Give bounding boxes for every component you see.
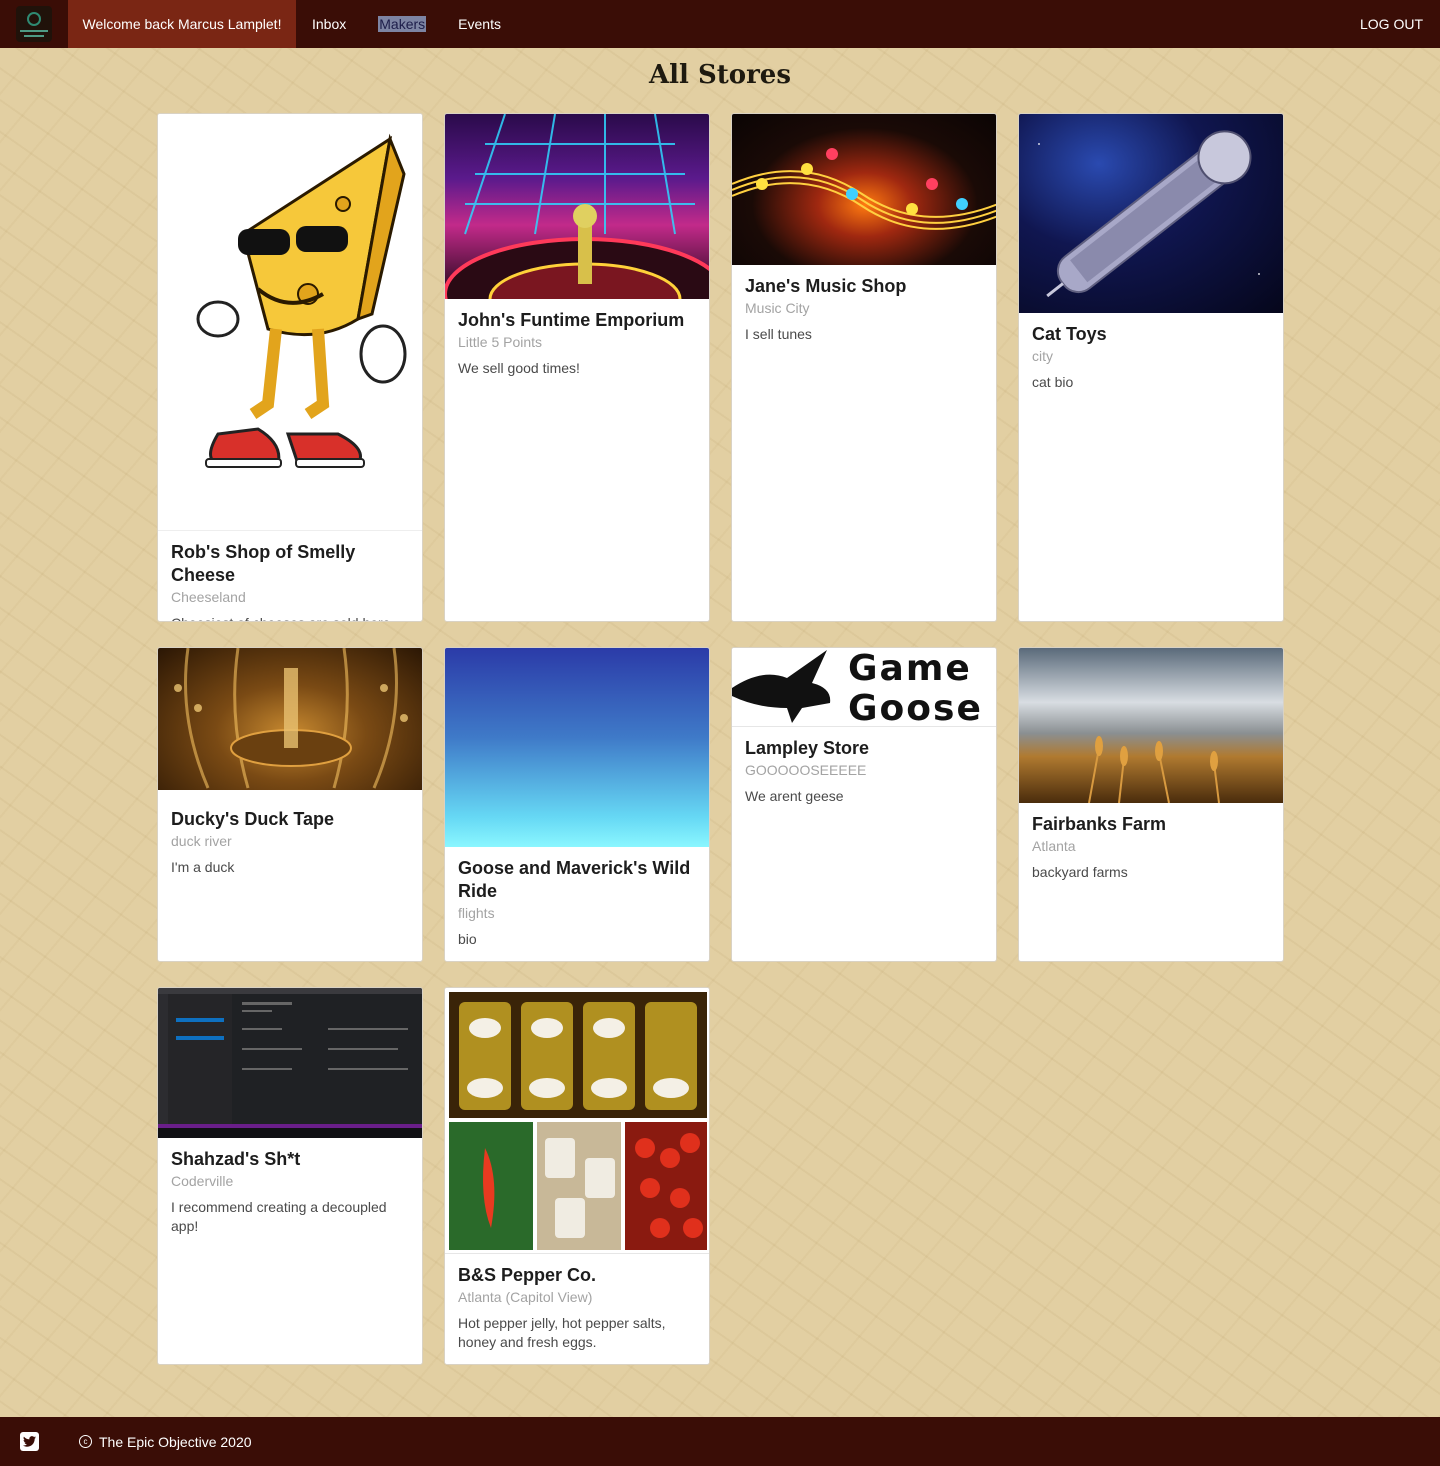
store-city: flights: [458, 905, 495, 921]
store-bio: cat bio: [1032, 374, 1074, 390]
store-city: city: [1032, 348, 1053, 364]
logout-button[interactable]: LOG OUT: [1360, 0, 1423, 48]
store-image: [158, 988, 422, 1138]
store-name[interactable]: Fairbanks Farm: [1032, 813, 1271, 836]
store-name[interactable]: Shahzad's Sh*t: [171, 1148, 410, 1171]
store-card[interactable]: Ducky's Duck Tape duck river I'm a duck: [157, 647, 423, 962]
copyright-text: The Epic Objective 2020: [99, 1433, 252, 1450]
store-bio: I sell tunes: [745, 326, 812, 342]
store-city: Music City: [745, 300, 810, 316]
store-bio: I recommend creating a decoupled app!: [171, 1199, 387, 1234]
store-city: Atlanta (Capitol View): [458, 1289, 593, 1305]
store-image: [1019, 648, 1283, 803]
nav-events-link[interactable]: Events: [458, 0, 501, 48]
top-navbar: Welcome back Marcus Lamplet! Inbox Maker…: [0, 0, 1440, 48]
store-name[interactable]: Lampley Store: [745, 737, 984, 760]
store-card[interactable]: John's Funtime Emporium Little 5 Points …: [444, 113, 710, 622]
logo-emblem-icon: [16, 6, 52, 42]
twitter-icon[interactable]: [20, 1432, 39, 1451]
store-image: Game Goose: [732, 648, 996, 727]
store-bio: Cheesiest of cheeses are sold here: [171, 614, 410, 621]
nav-inbox-link[interactable]: Inbox: [312, 0, 346, 48]
store-city: Little 5 Points: [458, 334, 543, 350]
site-logo[interactable]: [0, 0, 68, 48]
store-image: [445, 648, 709, 847]
store-bio: backyard farms: [1032, 864, 1128, 880]
store-card[interactable]: Goose and Maverick's Wild Ride flights b…: [444, 647, 710, 962]
nav-makers-label: Makers: [378, 16, 427, 32]
store-image: [1019, 114, 1283, 313]
store-bio: We arent geese: [745, 788, 844, 804]
store-name[interactable]: Cat Toys: [1032, 323, 1271, 346]
store-bio: I'm a duck: [171, 859, 235, 875]
store-card[interactable]: Fairbanks Farm Atlanta backyard farms: [1018, 647, 1284, 962]
store-card[interactable]: Shahzad's Sh*t Coderville I recommend cr…: [157, 987, 423, 1365]
store-name[interactable]: Goose and Maverick's Wild Ride: [458, 857, 697, 903]
store-card[interactable]: B&S Pepper Co. Atlanta (Capitol View) Ho…: [444, 987, 710, 1365]
store-image: [158, 648, 422, 790]
store-name[interactable]: Jane's Music Shop: [745, 275, 984, 298]
store-name[interactable]: Ducky's Duck Tape: [171, 808, 410, 831]
store-city: Cheeseland: [171, 589, 246, 605]
page-title: All Stores: [649, 60, 791, 90]
store-name[interactable]: Rob's Shop of Smelly Cheese: [171, 541, 410, 587]
nav-makers-link[interactable]: Makers: [378, 0, 427, 48]
nav-welcome-link[interactable]: Welcome back Marcus Lamplet!: [68, 0, 296, 48]
store-city: GOOOOOSEEEEE: [745, 762, 867, 778]
store-card[interactable]: Game Goose Lampley Store GOOOOOSEEEEE We…: [731, 647, 997, 962]
store-image: [445, 114, 709, 299]
footer: c The Epic Objective 2020: [0, 1417, 1440, 1466]
store-image: [158, 114, 422, 531]
store-city: Coderville: [171, 1173, 234, 1189]
game-goose-logo-text: Game Goose: [848, 648, 983, 727]
store-image: [732, 114, 996, 265]
store-card[interactable]: Jane's Music Shop Music City I sell tune…: [731, 113, 997, 622]
store-name[interactable]: John's Funtime Emporium: [458, 309, 697, 332]
store-card[interactable]: Rob's Shop of Smelly Cheese Cheeseland C…: [157, 113, 423, 622]
copyright-icon: c: [79, 1435, 92, 1448]
store-bio: bio: [458, 931, 477, 947]
store-card[interactable]: Cat Toys city cat bio: [1018, 113, 1284, 622]
store-name[interactable]: B&S Pepper Co.: [458, 1264, 697, 1287]
copyright: c The Epic Objective 2020: [79, 1434, 252, 1450]
store-bio: Hot pepper jelly, hot pepper salts, hone…: [458, 1315, 666, 1350]
store-bio: We sell good times!: [458, 360, 580, 376]
store-city: duck river: [171, 833, 232, 849]
store-image: [445, 988, 709, 1254]
store-city: Atlanta: [1032, 838, 1076, 854]
